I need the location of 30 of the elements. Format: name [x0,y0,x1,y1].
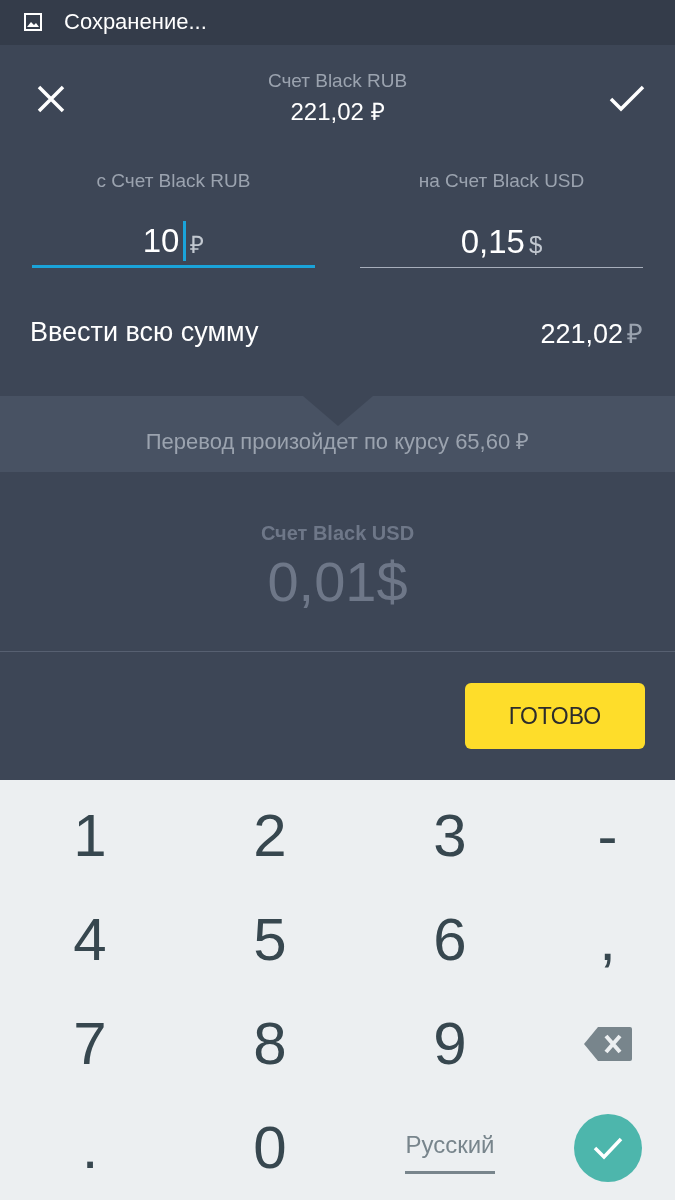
rate-note: Перевод произойдет по курсу 65,60 ₽ [145,428,530,456]
keyboard-key[interactable]: 5 [180,888,360,992]
full-amount-value: 221,02 [540,318,623,350]
close-button[interactable] [36,83,66,114]
keyboard-key[interactable]: 1 [0,784,180,888]
amount-field[interactable]: 0,15$ [360,216,643,269]
status-text: Сохранение... [64,9,207,36]
keyboard-key[interactable]: 0 [180,1096,360,1200]
keyboard-key[interactable]: 3 [360,784,540,888]
confirm-button[interactable] [609,84,645,113]
keyboard-key[interactable]: - [540,784,675,888]
currency-sign: ₽ [627,317,643,351]
keyboard-key[interactable]: , [540,888,675,992]
done-button[interactable]: ГОТОВО [465,683,645,750]
account-balance: 221,02 ₽ [290,97,385,128]
full-amount-link[interactable]: Ввести всю сумму [30,316,259,348]
keyboard-key[interactable]: 6 [360,888,540,992]
image-icon [24,13,42,32]
backspace-icon[interactable] [583,1027,632,1061]
keyboard-key[interactable]: . [0,1096,180,1200]
account-name: Счет Black RUB [267,70,408,93]
keyboard-key[interactable]: 8 [180,992,360,1096]
field-label: с Счет Black RUB [96,170,251,193]
keyboard-key[interactable]: 9 [360,992,540,1096]
check-icon [592,1136,623,1160]
amount-field[interactable]: 10 ₽ [32,216,315,269]
keyboard-key[interactable]: 7 [0,992,180,1096]
keyboard-key[interactable]: 4 [0,888,180,992]
keyboard-key[interactable]: 2 [180,784,360,888]
field-label: на Счет Black USD [418,170,585,193]
